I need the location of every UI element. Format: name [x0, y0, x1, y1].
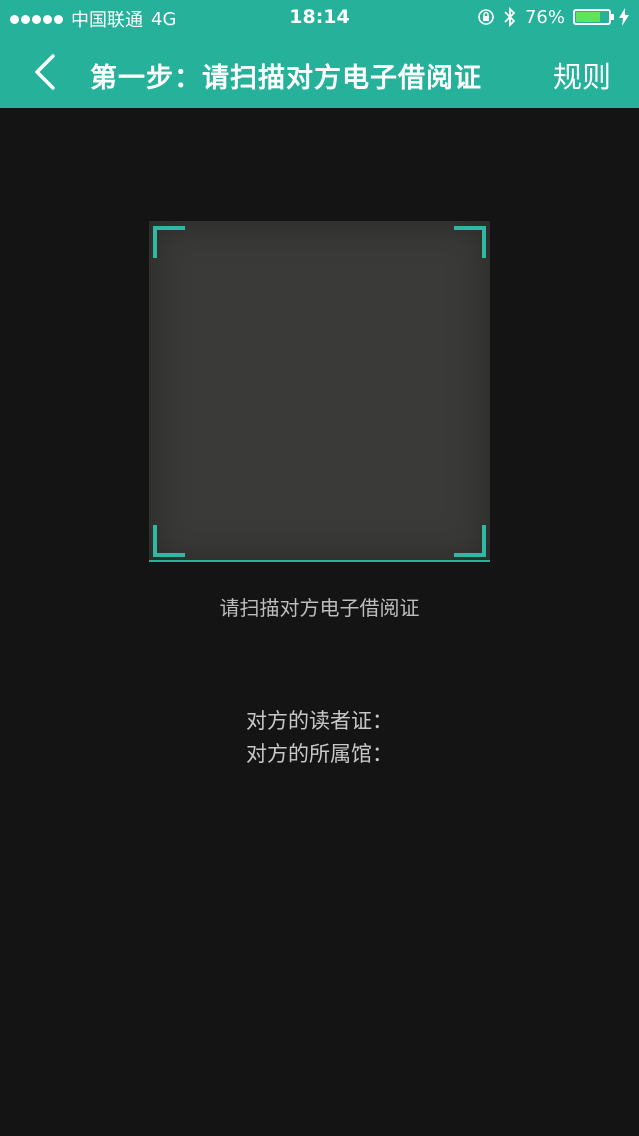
qr-scan-frame	[149, 221, 490, 562]
scan-corner-bottom-left	[153, 525, 185, 557]
battery-level-fill	[576, 12, 601, 22]
battery-icon	[573, 9, 614, 25]
battery-percentage: 76%	[524, 6, 565, 28]
signal-strength-icon	[10, 14, 63, 24]
network-type: 4G	[151, 8, 177, 30]
scan-line	[149, 560, 490, 562]
scan-corner-top-right	[454, 226, 486, 258]
scan-corner-top-left	[153, 226, 185, 258]
bluetooth-icon	[504, 6, 516, 28]
status-left: 中国联通 4G	[10, 6, 176, 32]
status-bar: 中国联通 4G 18:14 76%	[0, 0, 639, 36]
status-right: 76%	[477, 6, 629, 28]
chevron-left-icon	[35, 54, 55, 90]
page-title: 第一步：请扫描对方电子借阅证	[90, 63, 482, 94]
scan-hint-text: 请扫描对方电子借阅证	[219, 596, 420, 620]
charging-icon	[619, 8, 629, 26]
scan-corner-bottom-right	[454, 525, 486, 557]
orientation-lock-icon	[478, 9, 494, 25]
back-button[interactable]	[22, 50, 66, 94]
app-header: 中国联通 4G 18:14 76% 第一步：请扫描对方电子借阅证 规则	[0, 0, 639, 108]
peer-info: 对方的读者证： 对方的所属馆：	[0, 705, 639, 771]
reader-card-label: 对方的读者证：	[246, 709, 393, 733]
rules-button[interactable]: 规则	[553, 54, 611, 96]
navigation-bar: 第一步：请扫描对方电子借阅证 规则	[0, 36, 639, 108]
library-label: 对方的所属馆：	[246, 742, 393, 766]
carrier-name: 中国联通	[71, 10, 143, 31]
